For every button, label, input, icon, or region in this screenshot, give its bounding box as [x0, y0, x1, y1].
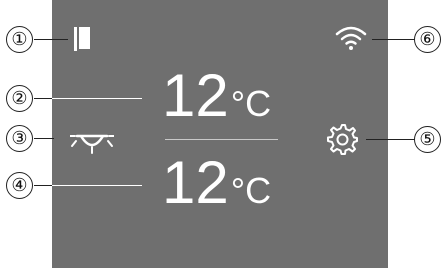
callout-5-leader [366, 139, 416, 140]
freezer-temperature[interactable]: 12°C [162, 153, 271, 213]
callout-2-leader-dark [34, 98, 54, 99]
gear-icon[interactable] [326, 123, 358, 160]
fridge-temperature-value: 12 [162, 62, 229, 129]
freezer-temperature-unit: °C [230, 170, 272, 211]
freezer-temperature-value: 12 [162, 149, 229, 216]
light-icon[interactable] [69, 126, 115, 159]
callout-2-leader [52, 98, 142, 99]
temperature-divider [165, 139, 278, 140]
door-icon[interactable] [73, 26, 93, 57]
callout-2: ② [6, 85, 33, 112]
callout-4: ④ [6, 172, 33, 199]
callout-4-leader [52, 185, 142, 186]
callout-4-leader-dark [34, 185, 54, 186]
callout-3-leader [34, 138, 54, 139]
callout-1: ① [6, 26, 33, 53]
wifi-icon[interactable] [334, 24, 368, 57]
callout-5: ⑤ [414, 126, 441, 153]
fridge-temperature[interactable]: 12°C [162, 66, 271, 126]
callout-1-leader [34, 39, 68, 40]
callout-6-leader [372, 39, 416, 40]
fridge-temperature-unit: °C [230, 83, 272, 124]
callout-6: ⑥ [414, 26, 441, 53]
callout-3: ③ [6, 125, 33, 152]
